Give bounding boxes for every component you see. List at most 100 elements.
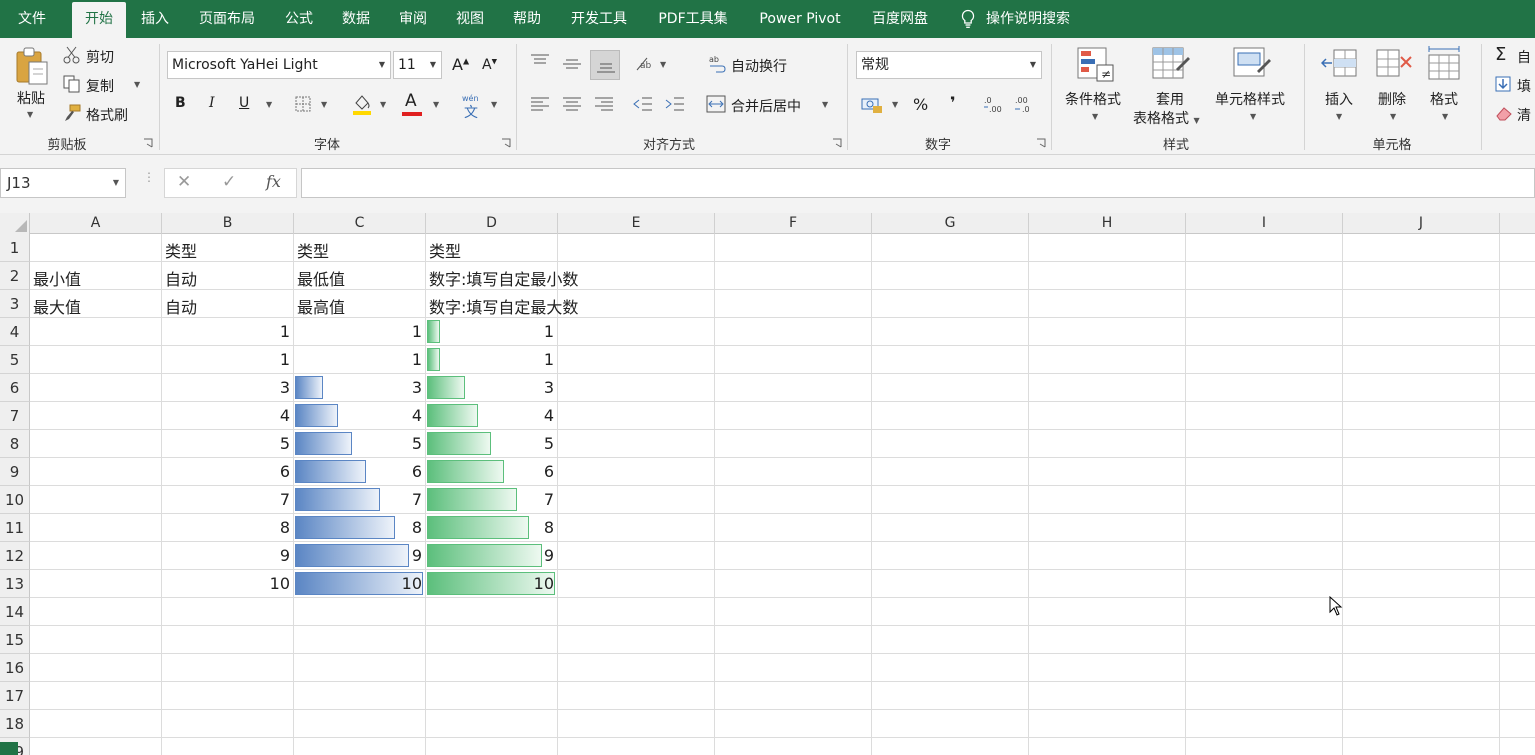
sheet-tab-strip[interactable] xyxy=(0,742,18,755)
column-header-a[interactable]: A xyxy=(30,213,162,234)
row-header-7[interactable]: 7 xyxy=(0,402,30,430)
borders-icon[interactable] xyxy=(295,96,311,112)
comma-style-button[interactable]: ❜ xyxy=(950,93,956,112)
align-middle-icon[interactable] xyxy=(562,56,582,72)
row-header-2[interactable]: 2 xyxy=(0,262,30,290)
align-top-icon[interactable] xyxy=(530,53,550,69)
cancel-icon[interactable]: ✕ xyxy=(177,172,191,192)
row-header-8[interactable]: 8 xyxy=(0,430,30,458)
cell-c11[interactable]: 8 xyxy=(297,518,422,537)
cell-c6[interactable]: 3 xyxy=(297,378,422,397)
autosum-button[interactable]: 自 xyxy=(1517,47,1531,67)
row-header-15[interactable]: 15 xyxy=(0,626,30,654)
column-header-g[interactable]: G xyxy=(872,213,1029,234)
font-color-button[interactable]: A xyxy=(405,91,417,111)
row-header-17[interactable]: 17 xyxy=(0,682,30,710)
cell-b8[interactable]: 5 xyxy=(165,434,290,453)
cell-b9[interactable]: 6 xyxy=(165,462,290,481)
cell-c5[interactable]: 1 xyxy=(297,350,422,369)
cell-b4[interactable]: 1 xyxy=(165,322,290,341)
chevron-down-icon[interactable]: ▼ xyxy=(1442,112,1448,121)
decrease-font-size-button[interactable]: A▼ xyxy=(482,57,497,73)
cell-c1[interactable]: 类型 xyxy=(297,238,329,262)
cell-d10[interactable]: 7 xyxy=(429,490,554,509)
column-header-i[interactable]: I xyxy=(1186,213,1343,234)
chevron-down-icon[interactable]: ▼ xyxy=(380,100,386,109)
format-as-table-button[interactable]: 表格格式 ▼ xyxy=(1133,108,1200,128)
cell-b11[interactable]: 8 xyxy=(165,518,290,537)
cell-b13[interactable]: 10 xyxy=(165,574,290,593)
fill-button[interactable]: 填 xyxy=(1517,76,1531,96)
decrease-decimal-icon[interactable]: .00.0 xyxy=(1014,94,1034,114)
cell-c8[interactable]: 5 xyxy=(297,434,422,453)
cell-b12[interactable]: 9 xyxy=(165,546,290,565)
column-header-h[interactable]: H xyxy=(1029,213,1186,234)
merge-center-button[interactable]: 合并后居中 xyxy=(731,96,801,116)
cell-a3[interactable]: 最大值 xyxy=(33,294,81,318)
tab-help[interactable]: 帮助 xyxy=(504,0,550,38)
chevron-down-icon[interactable]: ▼ xyxy=(822,100,828,109)
column-header-j[interactable]: J xyxy=(1343,213,1500,234)
chevron-down-icon[interactable]: ▼ xyxy=(1336,112,1342,121)
cell-b3[interactable]: 自动 xyxy=(165,294,197,318)
select-all-button[interactable] xyxy=(0,213,30,234)
cell-d3[interactable]: 数字:填写自定最大数 xyxy=(429,294,578,318)
conditional-formatting-button[interactable]: 条件格式 xyxy=(1065,89,1121,109)
chevron-down-icon[interactable]: ▼ xyxy=(1250,112,1256,121)
tell-me-search[interactable]: 操作说明搜索 xyxy=(986,0,1096,38)
chevron-down-icon[interactable]: ▼ xyxy=(1390,112,1396,121)
cut-button[interactable]: 剪切 xyxy=(86,47,114,67)
tab-baidu-netdisk[interactable]: 百度网盘 xyxy=(862,0,938,38)
row-header-1[interactable]: 1 xyxy=(0,234,30,262)
cell-d4[interactable]: 1 xyxy=(429,322,554,341)
increase-decimal-icon[interactable]: .0.00 xyxy=(983,94,1003,114)
autosum-icon[interactable]: Σ xyxy=(1495,44,1506,65)
row-header-10[interactable]: 10 xyxy=(0,486,30,514)
fill-down-icon[interactable] xyxy=(1495,76,1511,92)
insert-function-icon[interactable]: fx xyxy=(266,172,281,191)
row-header-3[interactable]: 3 xyxy=(0,290,30,318)
name-box[interactable]: J13 ▼ xyxy=(0,168,126,198)
delete-cells-button[interactable]: 删除 xyxy=(1378,89,1406,109)
paste-icon[interactable] xyxy=(14,46,50,88)
tab-view[interactable]: 视图 xyxy=(447,0,493,38)
accounting-format-icon[interactable] xyxy=(861,96,883,114)
increase-indent-icon[interactable] xyxy=(665,96,685,112)
formula-bar-splitter[interactable]: ⋮ xyxy=(143,171,155,192)
tab-page-layout[interactable]: 页面布局 xyxy=(188,0,266,38)
tab-formulas[interactable]: 公式 xyxy=(276,0,322,38)
cell-d8[interactable]: 5 xyxy=(429,434,554,453)
row-header-9[interactable]: 9 xyxy=(0,458,30,486)
cell-b1[interactable]: 类型 xyxy=(165,238,197,262)
cell-a2[interactable]: 最小值 xyxy=(33,266,81,290)
tab-power-pivot[interactable]: Power Pivot xyxy=(749,0,851,38)
chevron-down-icon[interactable]: ▼ xyxy=(266,100,272,109)
row-header-18[interactable]: 18 xyxy=(0,710,30,738)
phonetic-guide-button[interactable]: 文 xyxy=(464,102,478,122)
row-header-13[interactable]: 13 xyxy=(0,570,30,598)
fill-color-icon[interactable] xyxy=(352,93,372,115)
chevron-down-icon[interactable]: ▼ xyxy=(27,110,33,119)
column-header-f[interactable]: F xyxy=(715,213,872,234)
enter-icon[interactable]: ✓ xyxy=(222,172,236,192)
bold-button[interactable]: B xyxy=(175,95,186,111)
dialog-launcher-icon[interactable] xyxy=(143,138,153,148)
column-header-d[interactable]: D xyxy=(426,213,558,234)
underline-button[interactable]: U xyxy=(239,95,249,111)
row-header-6[interactable]: 6 xyxy=(0,374,30,402)
insert-cells-button[interactable]: 插入 xyxy=(1325,89,1353,109)
copy-button[interactable]: 复制 xyxy=(86,76,114,96)
cell-c9[interactable]: 6 xyxy=(297,462,422,481)
tab-pdf-tools[interactable]: PDF工具集 xyxy=(647,0,739,38)
chevron-down-icon[interactable]: ▼ xyxy=(321,100,327,109)
tab-data[interactable]: 数据 xyxy=(333,0,379,38)
cell-b2[interactable]: 自动 xyxy=(165,266,197,290)
dialog-launcher-icon[interactable] xyxy=(501,138,511,148)
column-header-e[interactable]: E xyxy=(558,213,715,234)
column-header-c[interactable]: C xyxy=(294,213,426,234)
dialog-launcher-icon[interactable] xyxy=(832,138,842,148)
eraser-icon[interactable] xyxy=(1495,105,1513,121)
cell-styles-button[interactable]: 单元格样式 xyxy=(1215,89,1285,109)
cell-b5[interactable]: 1 xyxy=(165,350,290,369)
cell-d2[interactable]: 数字:填写自定最小数 xyxy=(429,266,578,290)
